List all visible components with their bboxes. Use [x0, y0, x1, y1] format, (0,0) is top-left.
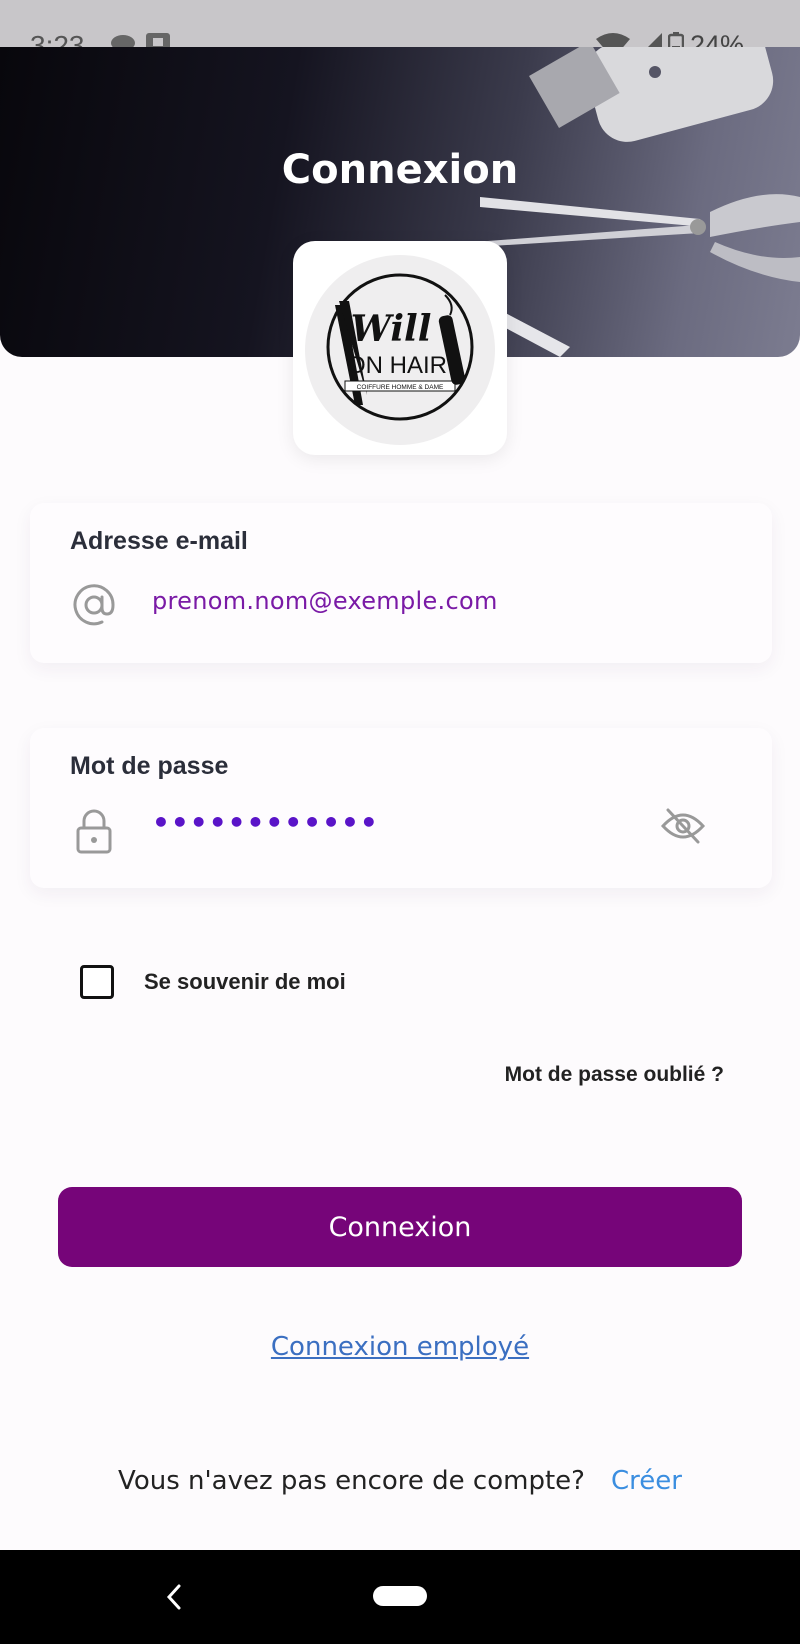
- password-field-card: Mot de passe ••••••••••••: [30, 728, 772, 888]
- svg-text:Will: Will: [351, 308, 432, 350]
- svg-text:ON HAIR: ON HAIR: [347, 352, 447, 379]
- email-field-card: Adresse e-mail prenom.nom@exemple.com: [30, 503, 772, 663]
- password-input[interactable]: ••••••••••••: [152, 806, 379, 839]
- system-nav-bar: [0, 1550, 800, 1644]
- at-icon: [73, 584, 115, 626]
- page-title: Connexion: [281, 147, 519, 193]
- home-pill[interactable]: [373, 1586, 427, 1606]
- lock-icon: [76, 809, 112, 854]
- logo-card: Will ON HAIR COIFFURE HOMME & DAME: [293, 241, 507, 455]
- password-label: Mot de passe: [70, 752, 229, 780]
- remember-label: Se souvenir de moi: [144, 969, 346, 994]
- barber-tools-image: [470, 47, 800, 357]
- employee-login-link[interactable]: Connexion employé: [0, 1332, 800, 1362]
- remember-me[interactable]: Se souvenir de moi: [80, 965, 346, 999]
- brand-logo: Will ON HAIR COIFFURE HOMME & DAME: [326, 273, 474, 421]
- email-input[interactable]: prenom.nom@exemple.com: [152, 587, 498, 615]
- forgot-password-link[interactable]: Mot de passe oublié ?: [505, 1063, 724, 1087]
- status-bar: 3:23 24%: [0, 0, 800, 61]
- eye-off-icon[interactable]: [660, 806, 706, 846]
- login-button[interactable]: Connexion: [58, 1187, 742, 1267]
- back-icon[interactable]: [164, 1582, 184, 1612]
- create-account-link[interactable]: Créer: [611, 1466, 682, 1496]
- signup-row: Vous n'avez pas encore de compte? Créer: [0, 1466, 800, 1496]
- signup-prompt: Vous n'avez pas encore de compte?: [118, 1466, 585, 1496]
- svg-text:COIFFURE HOMME & DAME: COIFFURE HOMME & DAME: [357, 384, 444, 391]
- email-label: Adresse e-mail: [70, 527, 248, 555]
- remember-checkbox[interactable]: [80, 965, 114, 999]
